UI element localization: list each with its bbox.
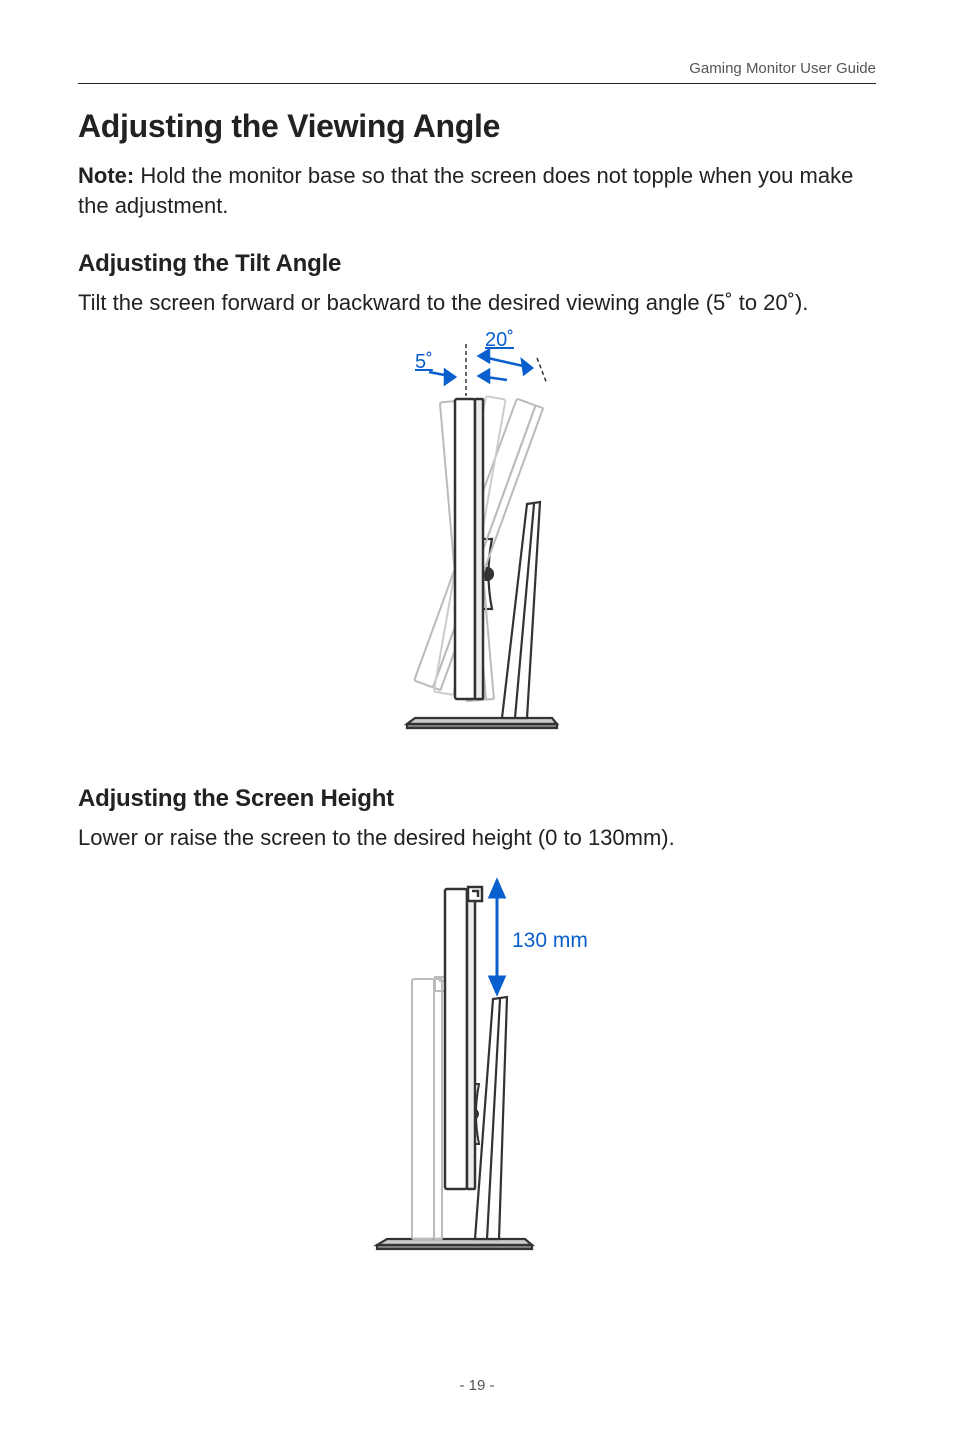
note-label: Note: bbox=[78, 163, 134, 188]
monitor-tilt-diagram-icon: 5˚ 20˚ bbox=[327, 324, 627, 744]
height-text: Lower or raise the screen to the desired… bbox=[78, 823, 876, 853]
tilt-heading: Adjusting the Tilt Angle bbox=[78, 250, 876, 278]
tilt-forward-label: 5˚ bbox=[415, 351, 433, 373]
note-text: Hold the monitor base so that the screen… bbox=[78, 163, 853, 218]
tilt-back-label: 20˚ bbox=[485, 329, 514, 351]
tilt-text: Tilt the screen forward or backward to t… bbox=[78, 288, 876, 318]
running-header: Gaming Monitor User Guide bbox=[78, 60, 876, 84]
height-label: 130 mm bbox=[512, 929, 588, 952]
monitor-height-diagram-icon: 130 mm bbox=[317, 859, 637, 1259]
height-heading: Adjusting the Screen Height bbox=[78, 785, 876, 813]
page-title: Adjusting the Viewing Angle bbox=[78, 108, 876, 145]
page-number: - 19 - bbox=[0, 1377, 954, 1394]
tilt-figure: 5˚ 20˚ bbox=[78, 324, 876, 749]
note-paragraph: Note: Hold the monitor base so that the … bbox=[78, 161, 876, 220]
height-figure: 130 mm bbox=[78, 859, 876, 1264]
